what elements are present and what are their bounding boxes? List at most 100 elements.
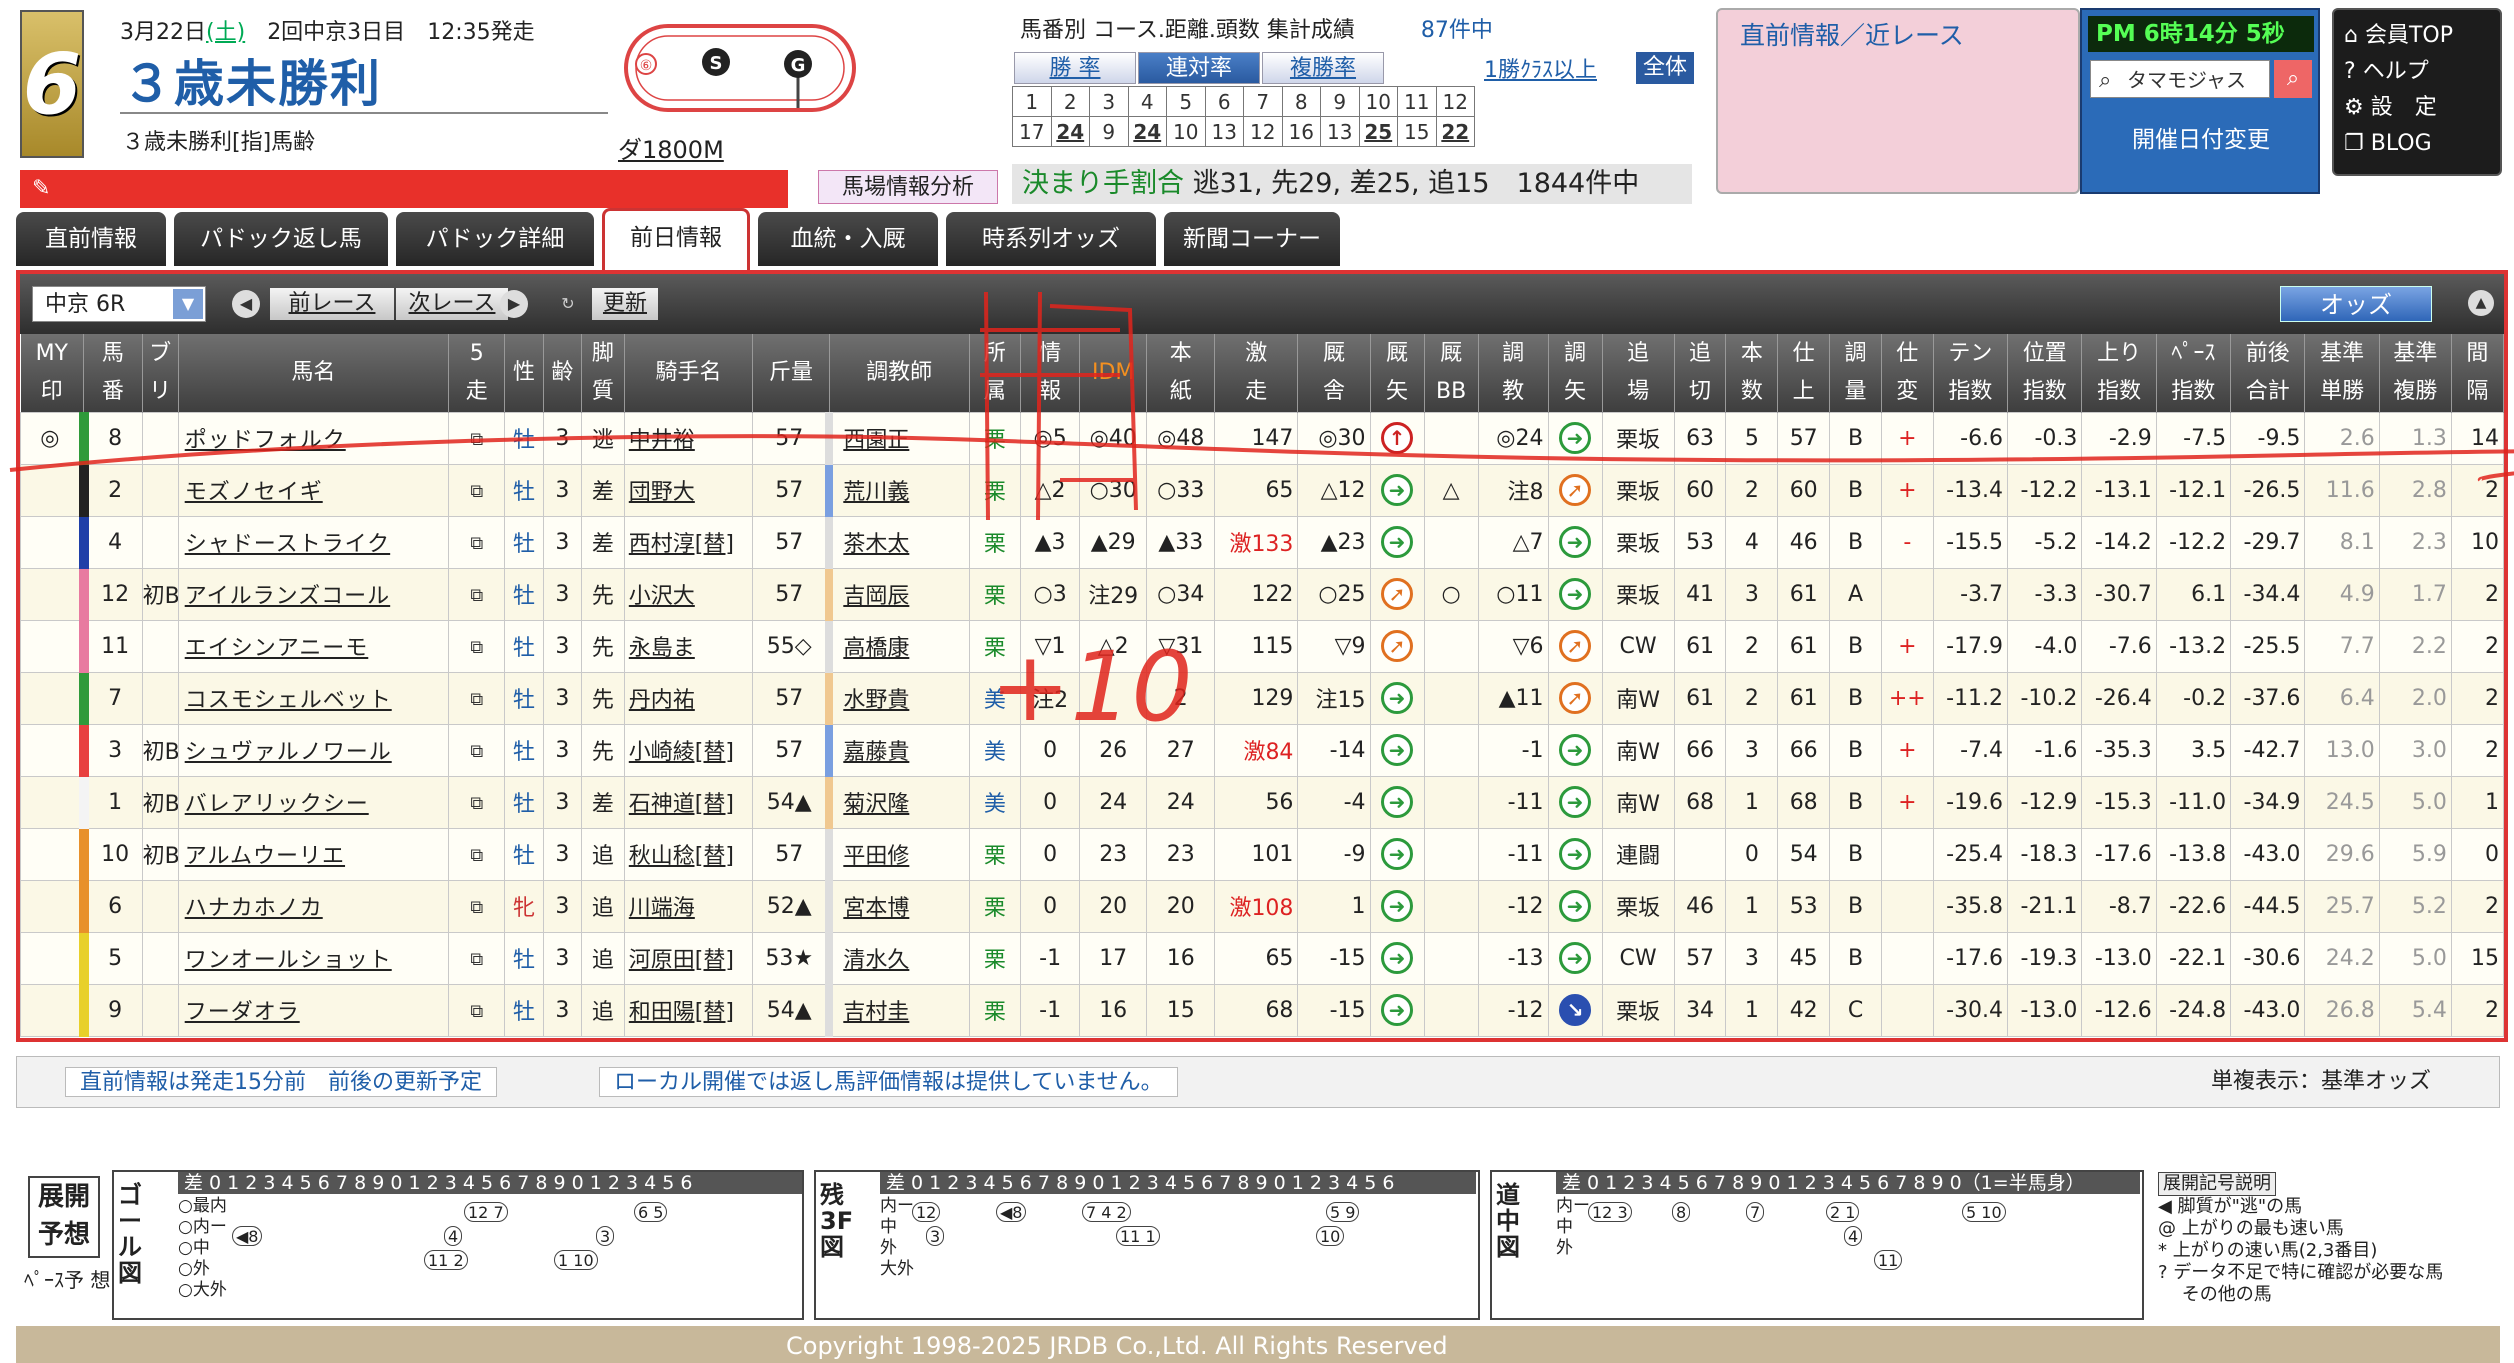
my-mark[interactable] — [19, 463, 85, 517]
trainer-link[interactable]: 荒川義 — [825, 463, 970, 517]
odds-button[interactable]: オッズ — [2280, 286, 2432, 322]
refresh-button[interactable]: 更新 — [592, 288, 658, 320]
trainer-link[interactable]: 宮本博 — [825, 879, 970, 933]
interval: 2 — [2450, 619, 2505, 673]
horse-name-link[interactable]: バレアリックシー — [177, 775, 450, 829]
collapse-icon[interactable]: ▲ — [2468, 290, 2494, 316]
past5-icon[interactable]: ⧉ — [448, 463, 506, 517]
jockey-link[interactable]: 丹内祐 — [623, 671, 754, 725]
tab-1[interactable]: パドック返し馬 — [174, 212, 388, 266]
my-mark[interactable] — [19, 931, 85, 985]
window-icon: ⧉ — [470, 792, 484, 814]
horse-name-link[interactable]: シャドーストライク — [177, 515, 450, 569]
my-mark[interactable] — [19, 515, 85, 569]
trainer-link[interactable]: 菊沢隆 — [825, 775, 970, 829]
menu-settings[interactable]: ⚙ 設 定 — [2344, 90, 2490, 126]
my-mark[interactable] — [19, 827, 85, 881]
jockey-link[interactable]: 西村淳[替] — [623, 515, 754, 569]
venue-select[interactable]: 中京 6R ▼ — [32, 286, 206, 322]
my-mark[interactable] — [19, 723, 85, 777]
jockey-link[interactable]: 団野大 — [623, 463, 754, 517]
zengo-index: -43.0 — [2230, 827, 2306, 881]
jockey-link[interactable]: 永島ま — [623, 619, 754, 673]
recent-info-title[interactable]: 直前情報／近レース — [1740, 16, 1964, 52]
past5-icon[interactable]: ⧉ — [448, 775, 506, 829]
tab-3[interactable]: 前日情報 — [602, 208, 750, 270]
pencil-icon: ✎ — [32, 176, 51, 201]
trainer-link[interactable]: 茶木太 — [825, 515, 970, 569]
trainer-link[interactable]: 嘉藤貴 — [825, 723, 970, 777]
my-mark[interactable]: ◎ — [19, 411, 85, 465]
jockey-link[interactable]: 石神道[替] — [623, 775, 754, 829]
past5-icon[interactable]: ⧉ — [448, 411, 506, 465]
horse-name-link[interactable]: エイシンアニーモ — [177, 619, 450, 673]
search-button[interactable]: ⌕ — [2274, 60, 2312, 98]
my-mark[interactable] — [19, 879, 85, 933]
past5-icon[interactable]: ⧉ — [448, 515, 506, 569]
tab-5[interactable]: 時系列オッズ — [946, 212, 1156, 266]
horse-search-input[interactable]: ⌕ タマモジャス — [2090, 60, 2270, 98]
jockey-link[interactable]: 秋山稔[替] — [623, 827, 754, 881]
jockey-link[interactable]: 小沢大 — [623, 567, 754, 621]
horse-name-link[interactable]: アルムウーリエ — [177, 827, 450, 881]
past5-icon[interactable]: ⧉ — [448, 879, 506, 933]
display-mode[interactable]: 単複表示：基準オッズ — [2197, 1067, 2446, 1097]
menu-help[interactable]: ? ヘルプ — [2344, 54, 2490, 90]
horse-name-link[interactable]: ポッドフォルク — [177, 411, 450, 465]
next-race-button[interactable]: 次レース — [396, 288, 508, 320]
class-filter-link[interactable]: 1勝ｸﾗｽ以上 — [1484, 52, 1597, 84]
menu-member-top[interactable]: ⌂ 会員TOP — [2344, 18, 2490, 54]
horse-name-link[interactable]: コスモシェルベット — [177, 671, 450, 725]
trainer-link[interactable]: 高橋康 — [825, 619, 970, 673]
jockey-link[interactable]: 川端海 — [623, 879, 754, 933]
all-filter-button[interactable]: 全体 — [1636, 52, 1694, 84]
horse-name-link[interactable]: モズノセイギ — [177, 463, 450, 517]
horse-name-link[interactable]: フーダオラ — [177, 983, 450, 1037]
menu-blog[interactable]: ❐ BLOG — [2344, 126, 2490, 162]
idm: 24 — [1078, 775, 1148, 829]
next-arrow-icon[interactable]: ▶ — [500, 290, 528, 318]
tab-rentai-rate[interactable]: 連対率 — [1138, 52, 1260, 84]
past5-icon[interactable]: ⧉ — [448, 723, 506, 777]
past5-icon[interactable]: ⧉ — [448, 567, 506, 621]
horse-name-link[interactable]: ハナカホノカ — [177, 879, 450, 933]
jockey-link[interactable]: 河原田[替] — [623, 931, 754, 985]
trainer-link[interactable]: 水野貴 — [825, 671, 970, 725]
my-mark[interactable] — [19, 983, 85, 1037]
prev-arrow-icon[interactable]: ◀ — [232, 290, 260, 318]
my-mark[interactable] — [19, 775, 85, 829]
recent-info-panel[interactable]: 直前情報／近レース — [1716, 8, 2080, 194]
col-header-line2: 指数 — [2097, 378, 2142, 404]
window-icon: ⧉ — [470, 896, 484, 918]
past5-icon[interactable]: ⧉ — [448, 827, 506, 881]
jockey-link[interactable]: 小崎綾[替] — [623, 723, 754, 777]
my-mark[interactable] — [19, 671, 85, 725]
prev-race-button[interactable]: 前レース — [270, 288, 394, 320]
trainer-link[interactable]: 吉岡辰 — [825, 567, 970, 621]
memo-bar[interactable]: ✎ — [20, 170, 788, 208]
my-mark[interactable] — [19, 567, 85, 621]
jockey-link[interactable]: 中井裕 — [623, 411, 754, 465]
tab-2[interactable]: パドック詳細 — [396, 212, 594, 266]
past5-icon[interactable]: ⧉ — [448, 671, 506, 725]
tab-fukusho-rate[interactable]: 複勝率 — [1262, 52, 1384, 84]
jockey-link[interactable]: 和田陽[替] — [623, 983, 754, 1037]
horse-name-link[interactable]: ワンオールショット — [177, 931, 450, 985]
past5-icon[interactable]: ⧉ — [448, 983, 506, 1037]
trainer-link[interactable]: 清水久 — [825, 931, 970, 985]
trainer-link[interactable]: 吉村圭 — [825, 983, 970, 1037]
track-analysis-button[interactable]: 馬場情報分析 — [818, 170, 998, 204]
trainer-link[interactable]: 平田修 — [825, 827, 970, 881]
change-date-button[interactable]: 開催日付変更 — [2088, 120, 2314, 160]
tab-6[interactable]: 新聞コーナー — [1164, 212, 1340, 266]
past5-icon[interactable]: ⧉ — [448, 619, 506, 673]
horse-name-link[interactable]: シュヴァルノワール — [177, 723, 450, 777]
honsu: 2 — [1725, 671, 1779, 725]
past5-icon[interactable]: ⧉ — [448, 931, 506, 985]
trainer-link[interactable]: 西園正 — [825, 411, 970, 465]
tab-4[interactable]: 血統・入厩 — [758, 212, 938, 266]
tab-win-rate[interactable]: 勝 率 — [1014, 52, 1136, 84]
horse-name-link[interactable]: アイルランズコール — [177, 567, 450, 621]
my-mark[interactable] — [19, 619, 85, 673]
tab-0[interactable]: 直前情報 — [16, 212, 166, 266]
